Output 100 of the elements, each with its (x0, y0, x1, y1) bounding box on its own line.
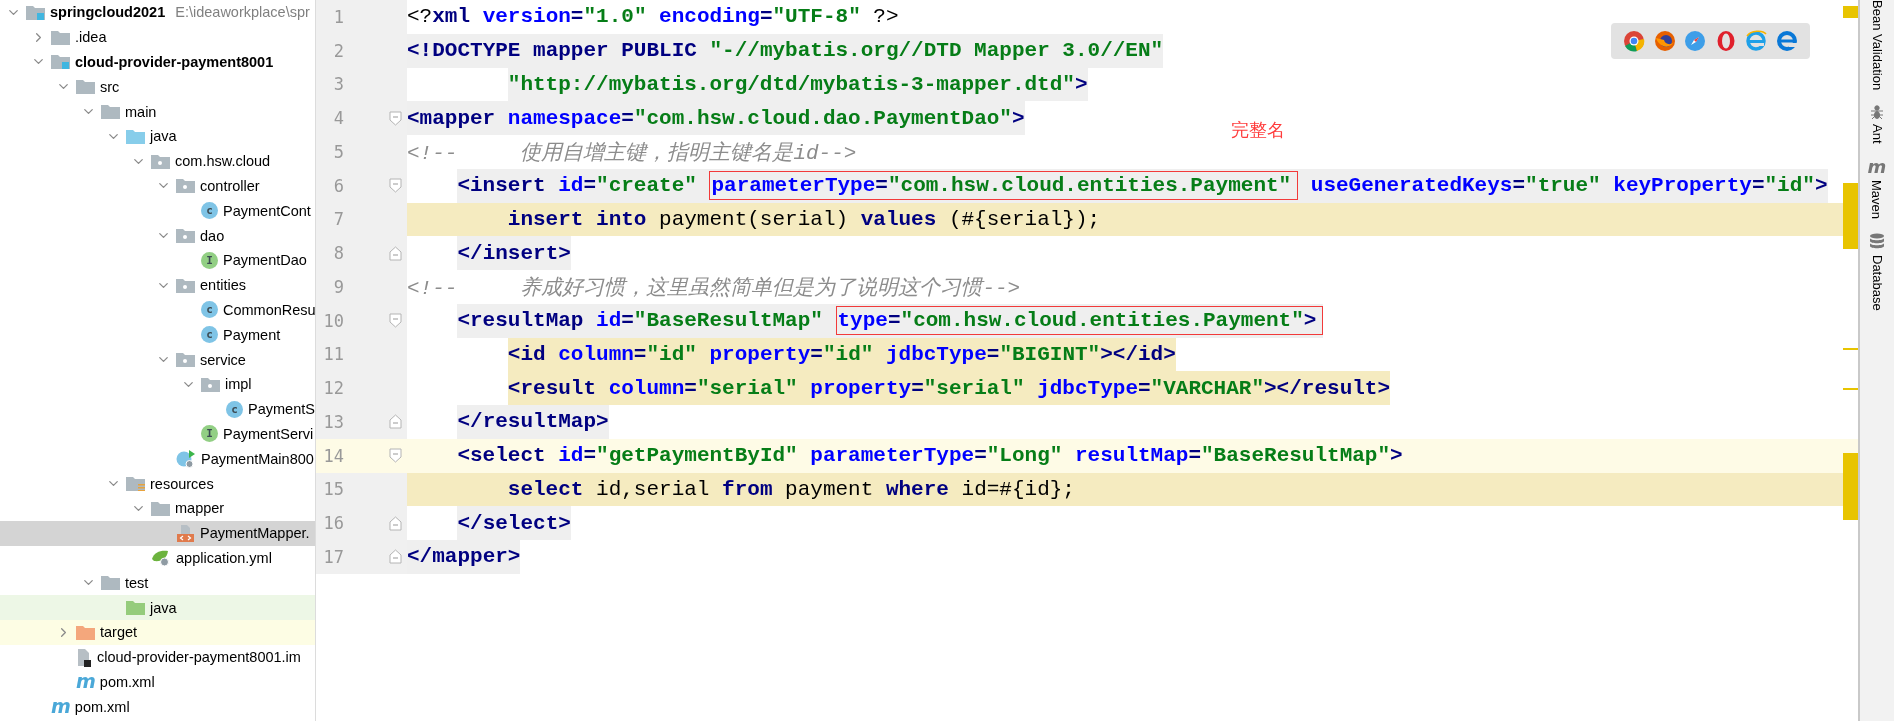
item-label: java (150, 128, 177, 145)
compass-icon[interactable] (1684, 30, 1707, 52)
line-number: 7 (332, 209, 344, 230)
tree-row[interactable]: PaymentMain800 (0, 446, 315, 472)
fold-icon[interactable] (389, 549, 402, 565)
line-number: 15 (322, 479, 344, 500)
item-label: resources (150, 475, 214, 492)
browser-icon[interactable] (1653, 30, 1676, 52)
module-folder-icon (26, 4, 45, 20)
tree-row[interactable]: java (0, 124, 315, 149)
tool-window-tab[interactable]: Database (1869, 254, 1885, 311)
item-label: CommonResu (223, 301, 315, 318)
tree-row[interactable]: c Payment (0, 322, 315, 348)
tree-row[interactable]: application.yml (0, 545, 315, 571)
tree-row[interactable]: dao (0, 223, 315, 248)
tree-row[interactable]: springcloud2021 E:\ideaworkplace\spr (0, 0, 315, 25)
tree-row[interactable]: c PaymentS (0, 396, 315, 422)
code-line: insert into payment(serial) values (#{serial}); (507, 206, 1101, 233)
folder-icon (126, 600, 145, 615)
item-label: Payment (223, 326, 281, 343)
tree-row[interactable]: com.hsw.cloud (0, 148, 315, 174)
tree-row[interactable]: c CommonResu (0, 297, 315, 323)
fold-icon[interactable] (389, 515, 402, 531)
maven-icon: m (1867, 157, 1887, 176)
item-label: springcloud2021 (50, 4, 166, 21)
item-label: cloud-provider-payment8001.im (97, 649, 301, 666)
tree-row[interactable]: m pom.xml (0, 669, 315, 695)
line-number: 4 (332, 108, 344, 129)
item-label: target (100, 624, 138, 641)
interface-icon: I (201, 425, 218, 443)
tool-window-tab[interactable]: Bean Validation (1869, 0, 1885, 91)
tree-row[interactable]: impl (0, 371, 315, 397)
tree-row[interactable]: resources (0, 471, 315, 496)
run-class-icon (176, 448, 196, 469)
database-icon (1869, 232, 1885, 251)
item-label: PaymentS (248, 401, 315, 418)
folder-icon (76, 624, 95, 640)
tree-row[interactable]: I PaymentDao (0, 247, 315, 273)
tree-row[interactable]: src (0, 74, 315, 100)
item-label: application.yml (176, 549, 272, 566)
item-label: service (200, 351, 246, 368)
annotation-text: 完整名 (1231, 118, 1285, 142)
tool-window-tab[interactable]: Ant (1869, 124, 1885, 144)
code-line: select id,serial from payment where id=#{id}; (507, 476, 1075, 503)
item-label: cloud-provider-payment8001 (75, 54, 274, 70)
line-number: 12 (322, 378, 344, 399)
item-label: java (150, 599, 177, 616)
interface-icon: I (201, 251, 218, 269)
tree-row[interactable]: cloud-provider-payment8001 (0, 49, 315, 75)
tree-row[interactable]: java (0, 595, 315, 620)
code-line: <!-- 使用自增主键，指明主键名是id--> (407, 140, 857, 167)
class-icon: c (201, 301, 218, 319)
package-icon (151, 153, 170, 169)
item-label: test (125, 574, 149, 591)
line-number: 2 (332, 40, 344, 61)
tree-row[interactable]: .idea (0, 24, 315, 50)
item-label: com.hsw.cloud (175, 153, 271, 170)
folder-icon (51, 29, 70, 45)
tree-row[interactable]: controller (0, 173, 315, 199)
code-line: <!-- 养成好习惯，这里虽然简单但是为了说明这个习惯--> (407, 275, 1021, 302)
item-label: PaymentMapper. (200, 525, 310, 542)
browser-icon[interactable] (1775, 30, 1798, 52)
line-number: 3 (332, 74, 344, 95)
xml-file-icon (176, 523, 195, 543)
tree-row[interactable]: cloud-provider-payment8001.im (0, 644, 315, 670)
tree-row[interactable]: target (0, 619, 315, 645)
line-number: 14 (322, 445, 344, 466)
fold-icon[interactable] (389, 178, 402, 194)
tree-row[interactable]: I PaymentServi (0, 421, 315, 447)
tree-row[interactable]: entities (0, 272, 315, 298)
tree-row[interactable]: m pom.xml (0, 694, 315, 720)
module-folder-icon (51, 54, 70, 70)
package-icon (176, 277, 195, 293)
tree-row[interactable]: service (0, 347, 315, 372)
class-icon: c (201, 202, 218, 220)
ant-icon (1869, 104, 1885, 121)
tool-window-tab[interactable]: Maven (1869, 179, 1885, 219)
folder-icon (101, 575, 120, 591)
leaf-config-icon (151, 548, 171, 567)
tree-row[interactable]: test (0, 570, 315, 596)
fold-icon[interactable] (389, 313, 402, 329)
item-label: PaymentMain800 (201, 450, 314, 467)
browser-icon[interactable] (1623, 30, 1646, 52)
line-number: 17 (322, 546, 344, 567)
code-line: <?xml version="1.0" encoding="UTF-8" ?> (407, 4, 899, 31)
fold-icon[interactable] (389, 414, 402, 430)
tree-row[interactable]: mapper (0, 495, 315, 521)
tree-row[interactable]: PaymentMapper. (0, 520, 315, 546)
tree-row[interactable]: main (0, 99, 315, 124)
package-icon (176, 352, 195, 368)
tree-row[interactable]: c PaymentCont (0, 198, 315, 224)
resource-folder-icon (126, 476, 145, 492)
line-number: 10 (322, 310, 344, 331)
item-label: PaymentServi (223, 425, 314, 442)
fold-icon[interactable] (389, 110, 402, 126)
folder-icon (76, 79, 95, 95)
fold-icon[interactable] (389, 245, 402, 261)
file-icon (76, 647, 92, 667)
line-number: 16 (322, 513, 344, 534)
fold-icon[interactable] (389, 448, 402, 464)
